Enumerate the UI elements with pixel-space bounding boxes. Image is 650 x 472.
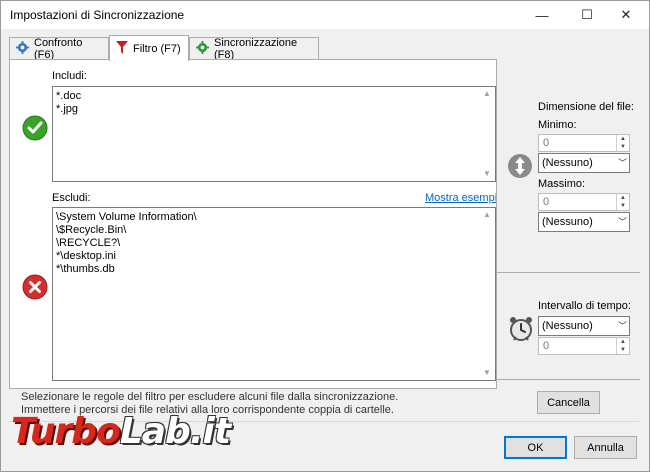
exclude-line: \$Recycle.Bin\ bbox=[56, 224, 127, 236]
checkmark-icon bbox=[22, 115, 48, 144]
show-examples-link[interactable]: Mostra esempi bbox=[425, 192, 497, 204]
tab-label: Filtro (F7) bbox=[133, 42, 181, 55]
divider bbox=[497, 379, 640, 380]
spinner-buttons[interactable]: ▲ ▼ bbox=[616, 338, 629, 354]
timespan-title: Intervallo di tempo: bbox=[538, 300, 631, 312]
include-line: *.jpg bbox=[56, 103, 79, 115]
tab-label: Confronto (F6) bbox=[34, 36, 83, 61]
side-options-panel: Dimensione del file: Minimo: 0 ▲ ▼ (Nessu… bbox=[496, 59, 640, 389]
turbolab-watermark-logo: TurboLab.it bbox=[11, 411, 231, 452]
window-title: Impostazioni di Sincronizzazione bbox=[10, 8, 185, 22]
filesize-max-unit-select[interactable]: (Nessuno) ﹀ bbox=[538, 212, 630, 232]
filesize-max-label: Massimo: bbox=[538, 178, 586, 190]
gear-icon bbox=[16, 40, 29, 57]
include-label: Includi: bbox=[52, 70, 87, 82]
filesize-min-input[interactable]: 0 ▲ ▼ bbox=[538, 134, 630, 152]
include-scrollbar[interactable]: ▲ ▼ bbox=[479, 87, 495, 181]
scroll-down-icon[interactable]: ▼ bbox=[479, 167, 495, 181]
include-textarea[interactable]: *.doc *.jpg ▲ ▼ bbox=[52, 86, 496, 182]
filesize-min-label: Minimo: bbox=[538, 119, 577, 131]
tab-confronto[interactable]: Confronto (F6) bbox=[9, 36, 109, 61]
scroll-up-icon[interactable]: ▲ bbox=[479, 208, 495, 222]
exclude-line: \System Volume Information\ bbox=[56, 211, 197, 223]
filesize-min-unit-select[interactable]: (Nessuno) ﹀ bbox=[538, 153, 630, 173]
chevron-down-icon: ﹀ bbox=[617, 217, 627, 227]
minimize-button[interactable]: — bbox=[521, 1, 563, 29]
exclude-line: *\thumbs.db bbox=[56, 263, 115, 275]
scroll-up-icon[interactable]: ▲ bbox=[479, 87, 495, 101]
spinner-buttons[interactable]: ▲ ▼ bbox=[616, 194, 629, 210]
cancel-filter-button[interactable]: Cancella bbox=[537, 391, 600, 414]
gear-icon bbox=[196, 40, 209, 57]
filesize-max-input[interactable]: 0 ▲ ▼ bbox=[538, 193, 630, 211]
exclude-textarea[interactable]: \System Volume Information\ \$Recycle.Bi… bbox=[52, 207, 496, 381]
arrows-updown-icon bbox=[507, 153, 533, 182]
tab-sincronizzazione[interactable]: Sincronizzazione (F8) bbox=[189, 36, 319, 61]
tab-label: Sincronizzazione (F8) bbox=[214, 36, 298, 61]
spinner-buttons[interactable]: ▲ ▼ bbox=[616, 135, 629, 151]
exclude-line: *\desktop.ini bbox=[56, 250, 116, 262]
maximize-button[interactable]: ☐ bbox=[566, 1, 608, 29]
sync-settings-window: Impostazioni di Sincronizzazione — ☐ ✕ C… bbox=[0, 0, 650, 472]
divider bbox=[497, 272, 640, 273]
timespan-unit-select[interactable]: (Nessuno) ﹀ bbox=[538, 316, 630, 336]
exclude-scrollbar[interactable]: ▲ ▼ bbox=[479, 208, 495, 380]
chevron-down-icon: ﹀ bbox=[617, 158, 627, 168]
annulla-button[interactable]: Annulla bbox=[574, 436, 637, 459]
ok-button[interactable]: OK bbox=[504, 436, 567, 459]
exclude-label: Escludi: bbox=[52, 192, 91, 204]
timespan-value-input[interactable]: 0 ▲ ▼ bbox=[538, 337, 630, 355]
alarm-clock-icon bbox=[507, 315, 535, 346]
include-line: *.doc bbox=[56, 90, 82, 102]
title-bar: Impostazioni di Sincronizzazione — ☐ ✕ bbox=[1, 1, 649, 29]
tab-filtro[interactable]: Filtro (F7) bbox=[109, 35, 189, 61]
funnel-icon bbox=[116, 40, 128, 57]
footer-hint-line1: Selezionare le regole del filtro per esc… bbox=[21, 391, 399, 403]
scroll-down-icon[interactable]: ▼ bbox=[479, 366, 495, 380]
error-icon bbox=[22, 274, 48, 303]
close-button[interactable]: ✕ bbox=[605, 1, 647, 29]
chevron-down-icon: ﹀ bbox=[617, 321, 627, 331]
exclude-line: \RECYCLE?\ bbox=[56, 237, 121, 249]
filesize-title: Dimensione del file: bbox=[538, 101, 634, 113]
